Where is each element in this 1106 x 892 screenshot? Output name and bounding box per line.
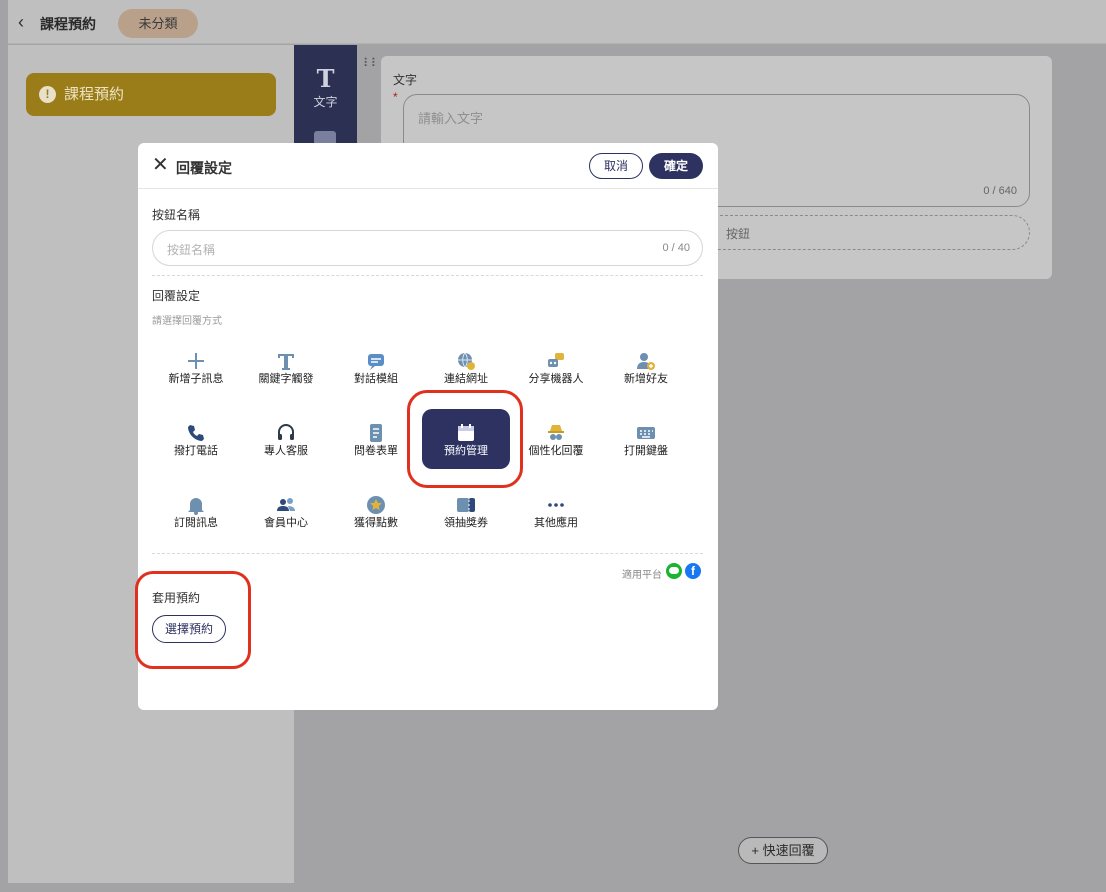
editor-label: 文字 — [393, 73, 418, 87]
option-phone-call[interactable]: 撥打電話 — [152, 409, 240, 469]
add-friend-icon — [637, 353, 655, 370]
tool-text-button[interactable]: T 文字 — [294, 67, 357, 110]
chevron-left-icon[interactable]: ‹ — [18, 13, 34, 31]
option-label: 分享機器人 — [528, 373, 584, 385]
option-label: 獲得點數 — [354, 517, 398, 529]
members-icon — [277, 498, 295, 511]
option-personalized-reply[interactable]: 個性化回覆 — [512, 409, 600, 469]
phone-icon — [188, 425, 204, 441]
option-label: 專人客服 — [264, 445, 308, 457]
top-bar: ‹ 課程預約 未分類 — [8, 0, 1106, 44]
option-label: 對話模組 — [354, 373, 398, 385]
page-title: 課程預約 — [40, 16, 96, 32]
share-bot-icon — [548, 353, 564, 367]
textarea-counter: 0 / 640 — [983, 185, 1017, 197]
drag-handle-icon[interactable]: ⠇⠇ — [363, 57, 380, 69]
highlight-booking-option — [407, 390, 523, 488]
chat-bubble-icon — [368, 354, 384, 370]
reply-setting-hint: 請選擇回覆方式 — [152, 316, 222, 327]
option-keyword-trigger[interactable]: 關鍵字觸發 — [242, 337, 330, 397]
warning-icon: ! — [39, 86, 56, 103]
detective-icon — [548, 425, 564, 440]
option-earn-points[interactable]: 獲得點數 — [332, 481, 420, 541]
reply-setting-label: 回覆設定 — [152, 289, 201, 303]
bell-icon — [188, 498, 204, 515]
option-label: 個性化回覆 — [528, 445, 584, 457]
option-label: 其他應用 — [534, 517, 578, 529]
plus-icon — [188, 353, 204, 369]
option-label: 訂閱訊息 — [174, 517, 218, 529]
option-label: 連結網址 — [444, 373, 488, 385]
option-add-submessage[interactable]: 新增子訊息 — [152, 337, 240, 397]
close-icon[interactable]: ✕ — [152, 155, 169, 175]
option-label: 會員中心 — [264, 517, 308, 529]
highlight-apply-booking — [135, 571, 251, 669]
option-other-apps[interactable]: 其他應用 — [512, 481, 600, 541]
ticket-icon — [457, 498, 475, 512]
option-chat-module[interactable]: 對話模組 — [332, 337, 420, 397]
text-t-icon: T — [316, 64, 335, 93]
modal-header: ✕ 回覆設定 取消 確定 — [138, 143, 718, 189]
button-name-input[interactable]: 按鈕名稱 0 / 40 — [152, 230, 703, 266]
option-lottery-ticket[interactable]: 領抽獎券 — [422, 481, 510, 541]
option-label: 領抽獎券 — [444, 517, 488, 529]
text-t-icon — [278, 354, 294, 370]
cancel-button[interactable]: 取消 — [589, 153, 643, 179]
option-add-friend[interactable]: 新增好友 — [602, 337, 690, 397]
sidebar-item-label: 課程預約 — [64, 86, 125, 103]
facebook-icon: f — [685, 563, 701, 579]
headset-icon — [278, 424, 294, 440]
sidebar-item-course-booking[interactable]: ! 課程預約 — [26, 73, 276, 116]
category-badge[interactable]: 未分類 — [118, 9, 198, 38]
quick-reply-button[interactable]: + 快速回覆 — [738, 837, 828, 864]
option-label: 新增好友 — [624, 373, 668, 385]
option-label: 關鍵字觸發 — [258, 373, 314, 385]
button-name-placeholder: 按鈕名稱 — [167, 243, 216, 257]
more-dots-icon — [548, 503, 564, 507]
option-label: 撥打電話 — [174, 445, 218, 457]
option-label: 新增子訊息 — [168, 373, 224, 385]
divider — [152, 553, 703, 554]
option-open-keyboard[interactable]: 打開鍵盤 — [602, 409, 690, 469]
button-name-label: 按鈕名稱 — [152, 208, 201, 222]
add-button-label: 按鈕 — [726, 227, 751, 241]
globe-link-icon — [458, 352, 475, 370]
platform-label: 適用平台 — [622, 570, 662, 581]
option-customer-service[interactable]: 專人客服 — [242, 409, 330, 469]
tool-text-label: 文字 — [313, 95, 338, 109]
option-share-bot[interactable]: 分享機器人 — [512, 337, 600, 397]
option-link-url[interactable]: 連結網址 — [422, 337, 510, 397]
button-name-counter: 0 / 40 — [662, 242, 690, 254]
keyboard-icon — [637, 427, 655, 439]
plus-icon: + — [751, 843, 759, 858]
option-member-center[interactable]: 會員中心 — [242, 481, 330, 541]
quick-reply-label: 快速回覆 — [762, 843, 815, 858]
star-coin-icon — [367, 496, 385, 514]
line-icon — [666, 563, 682, 579]
form-icon — [370, 424, 382, 442]
required-mark: * — [393, 90, 398, 104]
confirm-button[interactable]: 確定 — [649, 153, 703, 179]
textarea-placeholder: 請輸入文字 — [418, 111, 484, 126]
divider — [152, 275, 703, 276]
option-label: 打開鍵盤 — [624, 445, 668, 457]
option-subscribe-message[interactable]: 訂閱訊息 — [152, 481, 240, 541]
modal-title: 回覆設定 — [176, 160, 232, 176]
